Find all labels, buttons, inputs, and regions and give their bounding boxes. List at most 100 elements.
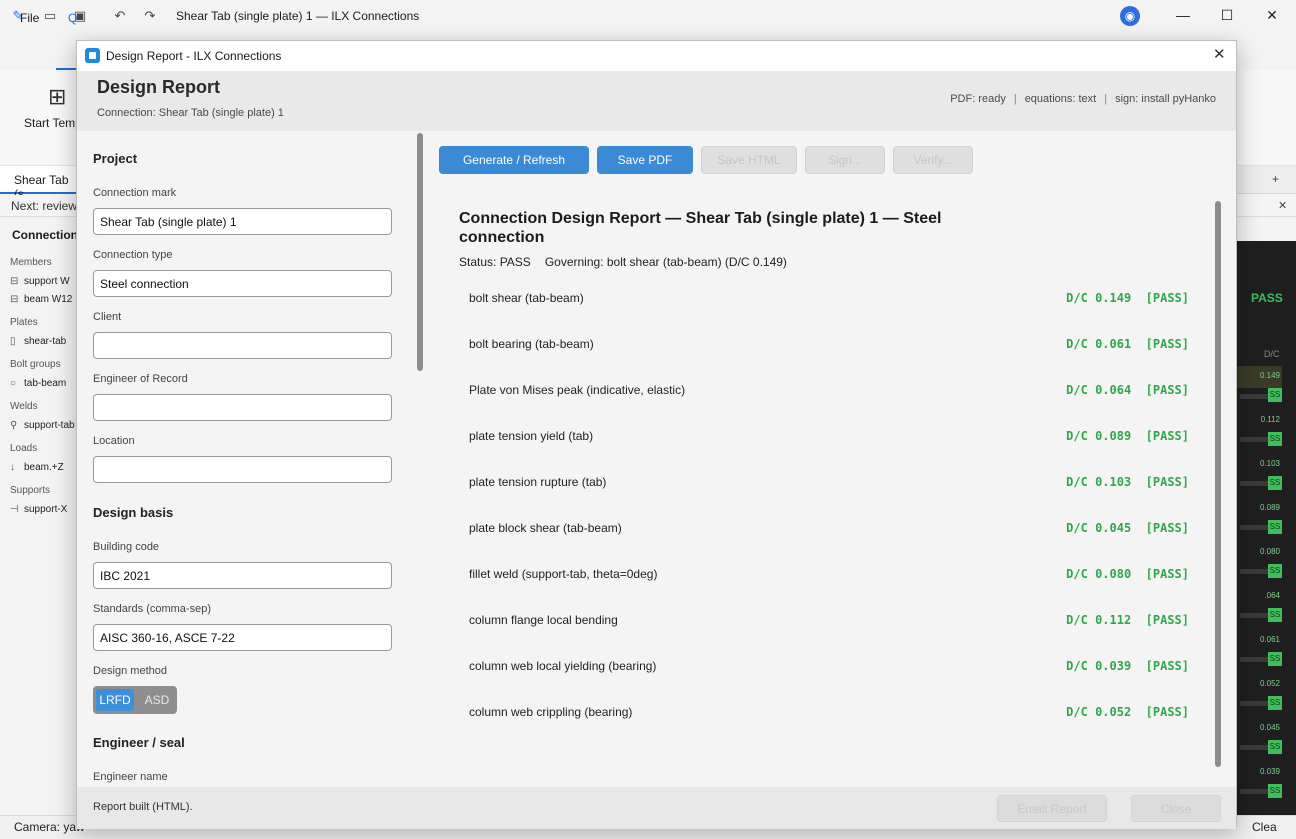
maximize-icon[interactable]: ☐ [1219, 7, 1235, 23]
tree-item-plate[interactable]: ▯ shear-tab [10, 336, 66, 347]
sign-button[interactable]: Sign... [805, 146, 885, 174]
ribbon-start-templates[interactable]: Start Temp [24, 116, 82, 130]
section-project: Project [93, 151, 138, 166]
next-step-text: Next: review [11, 199, 78, 213]
side-pass-badge: SS [1268, 652, 1282, 666]
side-dc-bar [1240, 394, 1270, 399]
status-clear[interactable]: Clea [1252, 820, 1277, 834]
save-html-button[interactable]: Save HTML [701, 146, 797, 174]
footer-status-message: Report built (HTML). [93, 801, 193, 813]
report-form-panel[interactable]: Project Connection mark Connection type … [77, 131, 429, 786]
next-bar-close-icon[interactable]: ✕ [1278, 199, 1287, 212]
check-dc-result: D/C 0.112 [PASS] [1066, 613, 1189, 627]
client-input[interactable] [93, 332, 392, 359]
tree-group-loads: Loads [10, 443, 38, 454]
connection-subtitle: Connection: Shear Tab (single plate) 1 [97, 107, 284, 119]
check-name: column web crippling (bearing) [469, 705, 633, 719]
tree-item-support[interactable]: ⊣ support-X [10, 504, 67, 515]
check-row: column web crippling (bearing) D/C 0.052 … [469, 705, 1189, 725]
email-report-button[interactable]: Email Report [997, 795, 1107, 822]
check-dc-result: D/C 0.061 [PASS] [1066, 337, 1189, 351]
building-code-input[interactable] [93, 562, 392, 589]
section-engineer-seal: Engineer / seal [93, 735, 185, 750]
side-dc-value: 0.061 [1259, 635, 1280, 644]
side-dc-value: 0.052 [1259, 679, 1280, 688]
report-preview[interactable]: Connection Design Report — Shear Tab (si… [439, 199, 1215, 789]
check-row: fillet weld (support-tab, theta=0deg) D/C… [469, 567, 1189, 587]
connection-mark-input[interactable] [93, 208, 392, 235]
connection-type-input[interactable] [93, 270, 392, 297]
document-tab-active[interactable]: Shear Tab (s [0, 166, 76, 201]
check-dc-result: D/C 0.149 [PASS] [1066, 291, 1189, 305]
check-name: Plate von Mises peak (indicative, elasti… [469, 383, 686, 397]
save-pdf-button[interactable]: Save PDF [597, 146, 693, 174]
side-dc-value: .064 [1264, 591, 1280, 600]
undo-icon[interactable]: ↶ [112, 8, 128, 24]
tree-item-bolt-group[interactable]: ○ tab-beam [10, 378, 66, 389]
verify-button[interactable]: Verify... [893, 146, 973, 174]
form-scrollbar[interactable] [417, 133, 423, 371]
user-avatar-icon[interactable]: ◉ [1120, 6, 1140, 26]
side-dc-bar [1240, 701, 1270, 706]
app-title: Shear Tab (single plate) 1 — ILX Connect… [176, 9, 420, 23]
connection-type-label: Connection type [93, 249, 173, 261]
design-method-toggle: LRFD ASD [93, 686, 177, 714]
window-close-icon[interactable]: ✕ [1264, 7, 1280, 23]
check-dc-result: D/C 0.039 [PASS] [1066, 659, 1189, 673]
method-asd-option[interactable]: ASD [139, 689, 175, 711]
check-name: plate tension rupture (tab) [469, 475, 607, 489]
tree-group-plates: Plates [10, 317, 38, 328]
check-name: fillet weld (support-tab, theta=0deg) [469, 567, 658, 581]
tree-item-load[interactable]: ↓ beam.+Z [10, 462, 64, 473]
open-folder-icon[interactable]: ▭ [42, 8, 58, 24]
check-row: column web local yielding (bearing) D/C 0… [469, 659, 1189, 679]
pdf-status: PDF: ready [950, 93, 1006, 105]
side-dc-bar [1240, 437, 1270, 442]
location-input[interactable] [93, 456, 392, 483]
side-dc-bar [1240, 613, 1270, 618]
templates-grid-icon[interactable]: ⊞ [48, 86, 66, 108]
check-dc-result: D/C 0.089 [PASS] [1066, 429, 1189, 443]
report-scrollbar[interactable] [1215, 201, 1221, 767]
weld-icon: ⚲ [10, 420, 18, 431]
building-code-label: Building code [93, 541, 160, 553]
check-row: column flange local bending D/C 0.112 [PA… [469, 613, 1189, 633]
overall-pass-label: PASS [1251, 291, 1283, 305]
report-header: Design Report Connection: Shear Tab (sin… [77, 71, 1236, 131]
support-icon: ⊣ [10, 504, 19, 515]
redo-icon[interactable]: ↷ [142, 8, 158, 24]
eor-input[interactable] [93, 394, 392, 421]
check-name: bolt bearing (tab-beam) [469, 337, 594, 351]
report-pass-status: Status: PASS [459, 255, 531, 269]
tree-item-member[interactable]: ⊟ support W [10, 276, 70, 287]
minimize-icon[interactable]: — [1175, 7, 1191, 23]
dialog-close-icon[interactable]: ✕ [1213, 46, 1226, 64]
menu-active-tab[interactable]: Q [68, 11, 77, 25]
check-name: bolt shear (tab-beam) [469, 291, 584, 305]
check-row: Plate von Mises peak (indicative, elasti… [469, 383, 1189, 403]
member-icon: ⊟ [10, 294, 19, 305]
report-title: Connection Design Report — Shear Tab (si… [459, 210, 942, 246]
tree-item-member[interactable]: ⊟ beam W12 [10, 294, 72, 305]
dc-column-header: D/C [1264, 349, 1280, 359]
sign-status: sign: install pyHanko [1115, 93, 1216, 105]
generate-refresh-button[interactable]: Generate / Refresh [439, 146, 589, 174]
menu-file[interactable]: File [20, 11, 39, 25]
tree-title: Connection [12, 228, 78, 242]
method-lrfd-option[interactable]: LRFD [96, 689, 134, 711]
section-design-basis: Design basis [93, 505, 174, 520]
new-tab-icon[interactable]: + [1272, 172, 1279, 186]
side-dc-value: 0.089 [1259, 503, 1280, 512]
close-button[interactable]: Close [1131, 795, 1221, 822]
engineer-name-label: Engineer name [93, 771, 168, 783]
tree-item-weld[interactable]: ⚲ support-tab [10, 420, 75, 431]
side-pass-badge: SS [1268, 476, 1282, 490]
side-dc-bar [1240, 525, 1270, 530]
tree-group-supports: Supports [10, 485, 51, 496]
dialog-window-title: Design Report - ILX Connections [106, 49, 282, 63]
design-method-label: Design method [93, 665, 167, 677]
side-pass-badge: SS [1268, 696, 1282, 710]
dialog-app-icon [85, 48, 100, 63]
standards-input[interactable] [93, 624, 392, 651]
side-dc-value: 0.149 [1259, 371, 1280, 380]
